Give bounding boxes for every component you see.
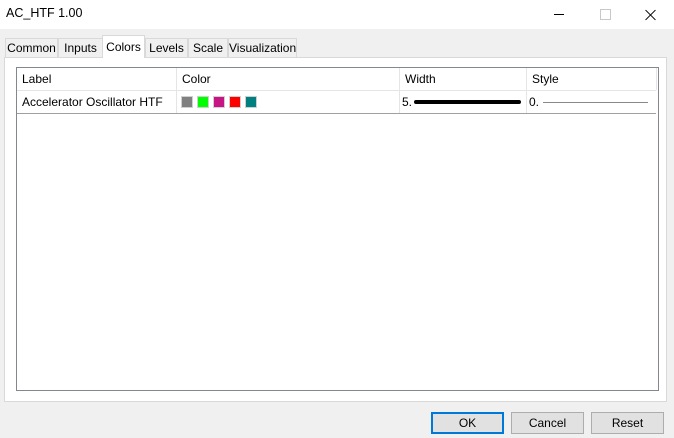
tab-visualization[interactable]: Visualization [228, 38, 297, 57]
maximize-button [582, 0, 628, 29]
color-swatch-lime[interactable] [197, 96, 209, 108]
title-bar: AC_HTF 1.00 [0, 0, 674, 29]
color-swatch-gray[interactable] [181, 96, 193, 108]
column-header-color[interactable]: Color [177, 68, 400, 90]
table-header: Label Color Width Style [17, 68, 657, 91]
column-divider [656, 68, 657, 90]
color-swatch-magenta[interactable] [213, 96, 225, 108]
ok-button[interactable]: OK [431, 412, 504, 434]
style-preview-line[interactable] [543, 102, 648, 103]
tab-inputs[interactable]: Inputs [58, 38, 103, 57]
minimize-icon [554, 14, 564, 15]
width-preview-line[interactable] [414, 100, 521, 104]
width-value[interactable]: 5. [402, 91, 412, 113]
tab-colors[interactable]: Colors [102, 35, 145, 58]
cancel-button[interactable]: Cancel [511, 412, 584, 434]
minimize-button[interactable] [536, 0, 582, 29]
close-icon [645, 9, 657, 21]
row-label: Accelerator Oscillator HTF [22, 95, 163, 109]
tab-levels[interactable]: Levels [145, 38, 188, 57]
column-header-label[interactable]: Label [17, 68, 177, 90]
table-row[interactable]: Accelerator Oscillator HTF 5. 0. [17, 91, 656, 114]
maximize-icon [599, 9, 611, 20]
colors-table: Label Color Width Style Accelerator Osci… [16, 67, 659, 391]
style-value[interactable]: 0. [529, 91, 539, 113]
column-divider [399, 91, 400, 113]
tab-common[interactable]: Common [5, 38, 58, 57]
column-header-width[interactable]: Width [400, 68, 526, 90]
tab-scale[interactable]: Scale [188, 38, 228, 57]
color-swatch-teal[interactable] [245, 96, 257, 108]
close-button[interactable] [628, 0, 674, 29]
color-swatch-red[interactable] [229, 96, 241, 108]
window-title: AC_HTF 1.00 [6, 6, 83, 20]
column-divider [526, 91, 527, 113]
column-header-style[interactable]: Style [527, 68, 656, 90]
column-divider [176, 91, 177, 113]
colors-panel: Label Color Width Style Accelerator Osci… [4, 57, 667, 402]
reset-button[interactable]: Reset [591, 412, 664, 434]
